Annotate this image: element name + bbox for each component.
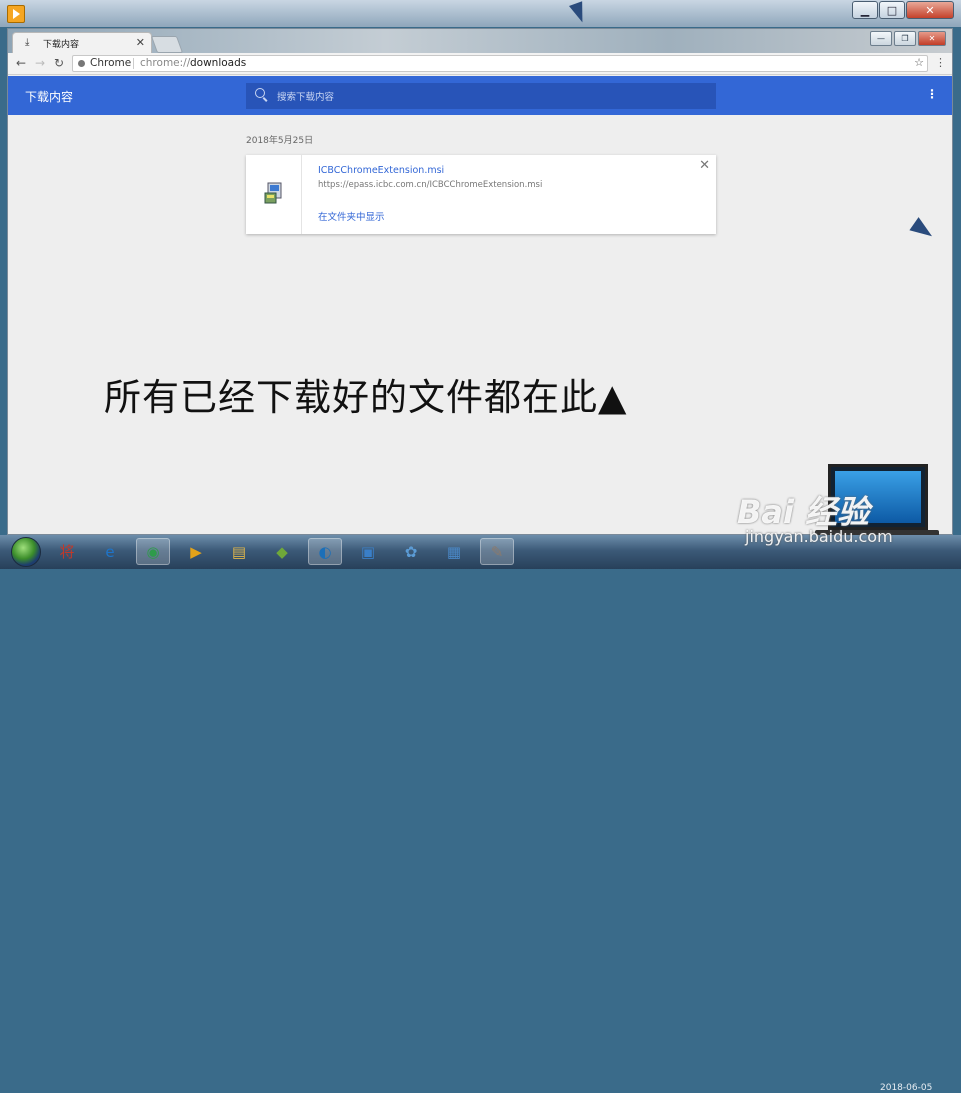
reload-icon[interactable]: ↻ xyxy=(54,56,64,70)
new-tab-button[interactable] xyxy=(150,36,184,53)
search-icon xyxy=(255,88,265,98)
download-icon: ⤓ xyxy=(25,37,30,48)
search-downloads-field[interactable]: 搜索下载内容 xyxy=(246,83,716,109)
tab-title: 下载内容 xyxy=(43,40,80,50)
url-host: downloads xyxy=(190,57,247,69)
outer-minimize-button[interactable]: ▁ xyxy=(852,1,878,19)
forward-arrow-icon[interactable]: → xyxy=(35,56,45,70)
downloads-menu-icon[interactable]: ⋮ xyxy=(926,87,938,101)
taskbar-clock: 2018-06-05 xyxy=(880,1083,933,1093)
taskbar-paint[interactable]: ✎ xyxy=(480,538,514,565)
outer-window-titlebar xyxy=(0,0,961,27)
downloads-header: 下载内容 搜索下载内容 ⋮ xyxy=(8,76,952,115)
chrome-window: ⤓ 下载内容 ✕ — ❐ ✕ ← → ↻ Chrome chrome:// do… xyxy=(7,28,953,535)
url-scheme: chrome:// xyxy=(140,57,191,69)
omnibox[interactable]: Chrome chrome:// downloads ☆ xyxy=(72,55,928,72)
taskbar-ie-icon: e xyxy=(105,542,115,561)
baidu-watermark-url: jingyan.baidu.com xyxy=(745,527,893,546)
taskbar-app-10-icon: ▦ xyxy=(446,542,462,561)
start-button[interactable] xyxy=(11,537,41,567)
chrome-minimize-button[interactable]: — xyxy=(870,31,892,46)
browser-toolbar: ← → ↻ Chrome chrome:// downloads ☆ ⋮ xyxy=(8,53,952,75)
chrome-close-button[interactable]: ✕ xyxy=(918,31,946,46)
tutorial-caption: 所有已经下载好的文件都在此▲ xyxy=(104,376,628,419)
taskbar-paint-icon: ✎ xyxy=(490,542,504,561)
taskbar-app-10[interactable]: ▦ xyxy=(437,538,471,565)
search-placeholder: 搜索下载内容 xyxy=(277,92,335,103)
taskbar-app-jiang-icon: 将 xyxy=(59,543,75,561)
msi-installer-icon xyxy=(264,182,282,204)
taskbar-app-9[interactable]: ✿ xyxy=(394,538,428,565)
bookmark-star-icon[interactable]: ☆ xyxy=(914,56,924,69)
taskbar-app-6[interactable]: ◆ xyxy=(265,538,299,565)
chrome-window-controls: — ❐ ✕ xyxy=(870,31,946,46)
taskbar-app-jiang[interactable]: 将 xyxy=(50,538,84,565)
back-arrow-icon[interactable]: ← xyxy=(16,56,26,70)
tab-strip: ⤓ 下载内容 ✕ — ❐ ✕ xyxy=(8,29,952,53)
omnibox-separator xyxy=(133,58,134,69)
chrome-restore-button[interactable]: ❐ xyxy=(894,31,916,46)
taskbar-chrome-icon: ◉ xyxy=(146,542,160,561)
download-item-card: ICBCChromeExtension.msi https://epass.ic… xyxy=(246,155,716,234)
taskbar-app-8[interactable]: ▣ xyxy=(351,538,385,565)
outer-close-button[interactable]: ✕ xyxy=(906,1,954,19)
download-file-name-link[interactable]: ICBCChromeExtension.msi xyxy=(318,165,444,176)
taskbar-media[interactable]: ▶ xyxy=(179,538,213,565)
taskbar-ie[interactable]: e xyxy=(93,538,127,565)
taskbar-app-8-icon: ▣ xyxy=(360,542,376,561)
omnibox-chip-label: Chrome xyxy=(90,57,132,69)
taskbar-explorer-icon: ▤ xyxy=(231,542,247,561)
taskbar-explorer[interactable]: ▤ xyxy=(222,538,256,565)
taskbar-app-7[interactable]: ◐ xyxy=(308,538,342,565)
taskbar-app-9-icon: ✿ xyxy=(404,542,418,561)
outer-maximize-button[interactable]: □ xyxy=(879,1,905,19)
chrome-page-icon xyxy=(78,60,85,67)
taskbar-app-6-icon: ◆ xyxy=(276,542,288,561)
download-item-icon-column xyxy=(246,155,302,234)
taskbar-media-icon: ▶ xyxy=(190,542,202,561)
taskbar-chrome[interactable]: ◉ xyxy=(136,538,170,565)
tab-downloads[interactable]: ⤓ 下载内容 ✕ xyxy=(12,32,152,53)
taskbar-app-7-icon: ◐ xyxy=(318,542,332,561)
chrome-menu-icon[interactable]: ⋮ xyxy=(935,56,946,69)
show-in-folder-link[interactable]: 在文件夹中显示 xyxy=(318,209,385,223)
download-source-url: https://epass.icbc.com.cn/ICBCChromeExte… xyxy=(318,180,543,190)
download-date-heading: 2018年5月25日 xyxy=(246,136,314,146)
remove-download-close-icon[interactable]: ✕ xyxy=(699,158,710,173)
page-title: 下载内容 xyxy=(25,90,74,104)
media-player-app-icon[interactable] xyxy=(7,5,25,23)
tab-close-icon[interactable]: ✕ xyxy=(136,36,145,49)
